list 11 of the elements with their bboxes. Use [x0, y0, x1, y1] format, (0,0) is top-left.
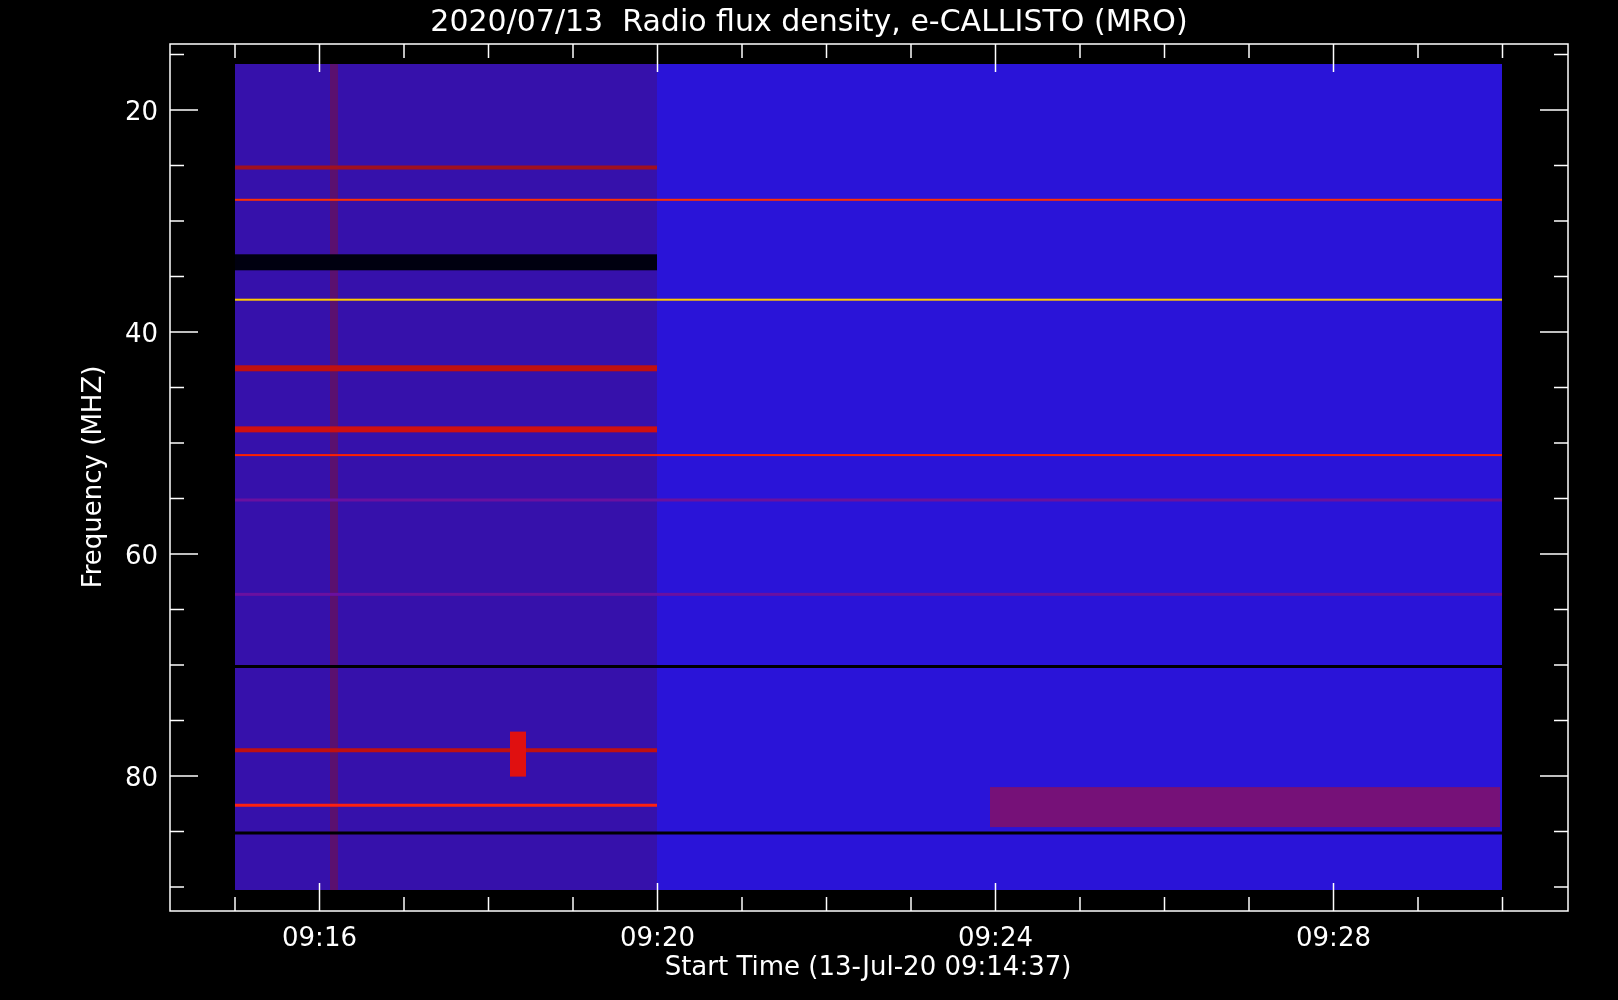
y-axis-title: Frequency (MHZ) — [77, 365, 107, 589]
chart-title: 2020/07/13 Radio flux density, e-CALLISTO (MRO) — [430, 3, 1188, 38]
x-tick-label: 09:28 — [1296, 922, 1371, 952]
x-tick-label: 09:24 — [958, 922, 1033, 952]
y-tick-label: 40 — [124, 318, 158, 348]
y-tick-label: 60 — [124, 540, 158, 570]
x-tick-label: 09:20 — [620, 922, 695, 952]
y-tick-label: 80 — [124, 762, 158, 792]
y-tick-label: 20 — [124, 96, 158, 126]
x-tick-label: 09:16 — [282, 922, 357, 952]
x-axis-title: Start Time (13-Jul-20 09:14:37) — [664, 951, 1072, 981]
